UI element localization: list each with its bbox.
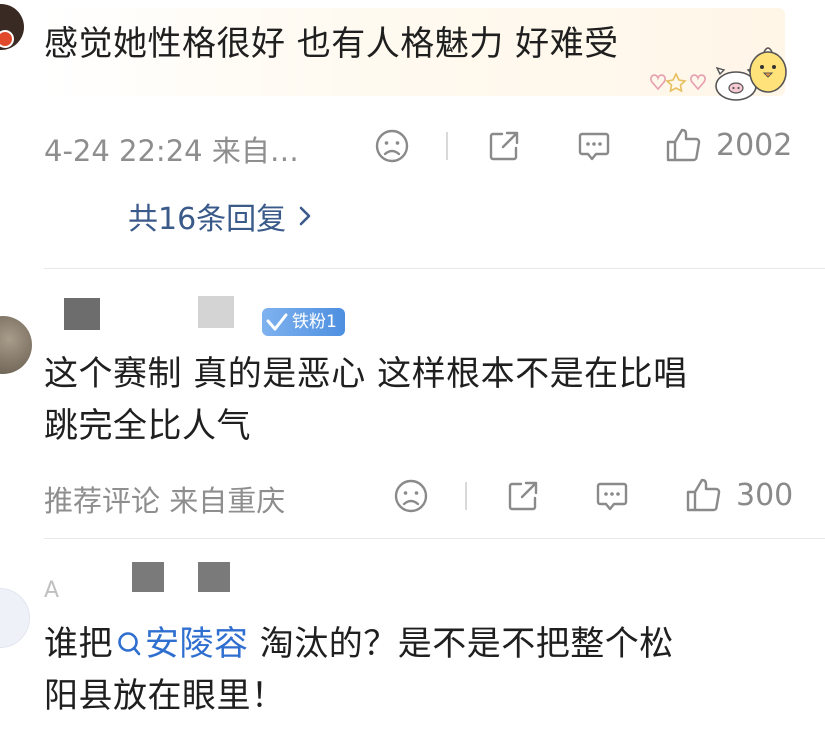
- fan-badge-icon: [266, 313, 288, 331]
- comment-button[interactable]: [576, 126, 616, 166]
- comment-text-line-1: 谁把 安陵容 淘汰的？是不是不把整个松: [44, 620, 674, 669]
- mention-link[interactable]: 安陵容: [113, 624, 249, 664]
- comment-divider: [44, 268, 825, 269]
- username-masked: [132, 562, 164, 592]
- sticker-decoration: [640, 42, 790, 102]
- comment-text: 感觉她性格很好 也有人格魅力 好难受: [44, 24, 619, 64]
- comment-bubble-icon: [596, 482, 628, 511]
- comment-bubble-icon: [578, 132, 610, 161]
- sad-face-icon: [375, 129, 409, 163]
- username-masked: [64, 298, 100, 330]
- dislike-button[interactable]: [393, 476, 433, 516]
- chevron-right-icon: [299, 206, 311, 226]
- comment-meta: 4-24 22:24 来自…: [44, 134, 299, 168]
- comment-text-line-1: 这个赛制 真的是恶心 这样根本不是在比唱: [44, 354, 688, 394]
- divider: [446, 132, 448, 160]
- like-count: 2002: [716, 127, 793, 163]
- comment-meta: 推荐评论 来自重庆: [44, 484, 286, 518]
- username-masked: [198, 296, 234, 328]
- avatar[interactable]: [0, 316, 32, 374]
- dislike-button[interactable]: [374, 126, 414, 166]
- username-partial: A: [44, 578, 60, 600]
- thumbs-up-icon: [666, 128, 701, 162]
- fan-badge: 铁粉1: [262, 308, 345, 336]
- sad-face-icon: [394, 479, 428, 513]
- view-replies-label: 共16条回复: [128, 202, 287, 237]
- share-icon: [489, 131, 519, 161]
- share-button[interactable]: [486, 126, 526, 166]
- fan-badge-label: 铁粉1: [292, 312, 337, 332]
- username-masked: [198, 562, 230, 592]
- mention-text: 安陵容: [145, 624, 249, 664]
- comment-text-line-2: 阳县放在眼里！: [44, 676, 286, 716]
- search-icon: [118, 632, 141, 656]
- comment-text-suffix: 淘汰的？是不是不把整个松: [248, 624, 674, 664]
- like-button[interactable]: 2002: [664, 126, 792, 164]
- share-icon: [508, 481, 538, 511]
- share-button[interactable]: [505, 476, 545, 516]
- thumbs-up-icon: [686, 478, 721, 512]
- comment-button[interactable]: [594, 476, 634, 516]
- comment-text-line-2: 跳完全比人气: [44, 406, 251, 446]
- like-button[interactable]: 300: [684, 476, 793, 514]
- view-replies-link[interactable]: 共16条回复: [128, 194, 314, 238]
- avatar[interactable]: [0, 588, 30, 648]
- divider: [465, 482, 467, 510]
- comment-text-prefix: 谁把: [44, 624, 113, 664]
- like-count: 300: [736, 477, 794, 513]
- comment-divider: [44, 538, 825, 539]
